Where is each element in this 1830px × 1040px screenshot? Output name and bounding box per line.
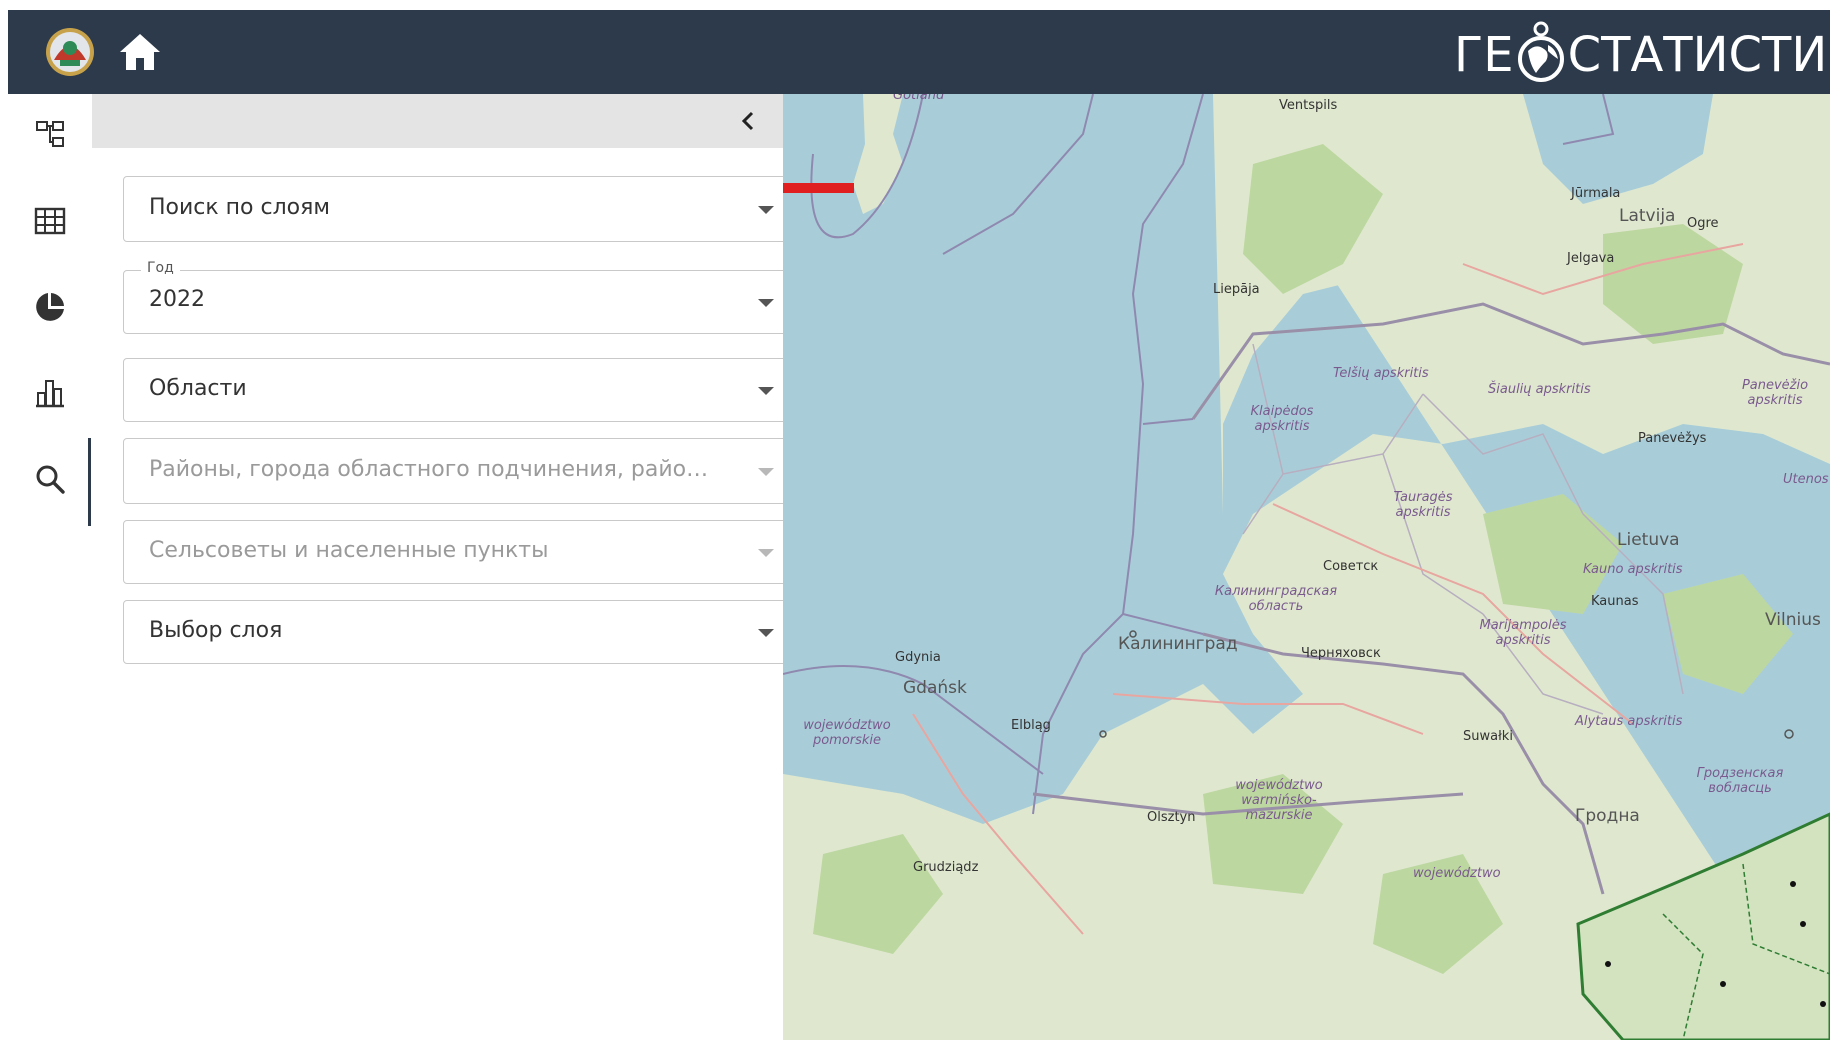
globe-icon <box>1517 21 1564 82</box>
map-label: Gdańsk <box>903 678 967 698</box>
annotation-arrow <box>783 183 854 193</box>
regions-value: Области <box>149 376 247 401</box>
map-label: Lietuva <box>1617 530 1680 550</box>
map-label: Kaunas <box>1591 594 1639 609</box>
year-value: 2022 <box>149 287 205 312</box>
search-panel: Поиск по слоям Год 2022 Области Районы, … <box>92 94 795 1040</box>
map-label: Gdynia <box>895 650 941 665</box>
villages-select[interactable]: Сельсоветы и населенные пункты <box>123 520 795 584</box>
year-select[interactable]: Год 2022 <box>123 260 795 334</box>
search-icon <box>36 465 65 494</box>
map-label: Tauragės apskritis <box>1393 490 1453 520</box>
map-label: Гродзенская вобласць <box>1696 766 1784 796</box>
districts-select[interactable]: Районы, города областного подчинения, ра… <box>123 438 795 504</box>
map-label: Šiaulių apskritis <box>1488 382 1591 397</box>
year-legend: Год <box>141 260 180 276</box>
table-icon <box>34 207 66 235</box>
brand-suffix: СТАТИСТИК <box>1567 27 1830 83</box>
chevron-down-icon <box>758 206 774 214</box>
brand-prefix: ГЕ <box>1454 27 1514 83</box>
map-label: Latvija <box>1619 206 1676 226</box>
map-label: Panevėžys <box>1638 431 1707 446</box>
layer-select-value: Выбор слоя <box>149 618 283 643</box>
map-label: Vilnius <box>1765 610 1821 630</box>
map-label: Ogre <box>1687 216 1719 231</box>
chevron-down-icon <box>758 629 774 637</box>
emblem-logo-icon[interactable] <box>44 26 96 78</box>
map-label: Gotland <box>893 94 945 103</box>
map-label: Elbląg <box>1011 718 1051 733</box>
rail-pie-chart-button[interactable] <box>8 274 92 340</box>
chevron-down-icon <box>758 299 774 307</box>
pie-chart-icon <box>36 293 64 321</box>
map-label: Ventspils <box>1279 98 1338 113</box>
map-label: Alytaus apskritis <box>1575 714 1683 729</box>
layer-select-dropdown[interactable]: Выбор слоя <box>123 600 795 664</box>
layer-search-value: Поиск по слоям <box>149 195 330 220</box>
map-label: Suwałki <box>1463 729 1513 744</box>
map-label: województwo <box>1413 866 1501 881</box>
home-icon[interactable] <box>116 28 164 76</box>
layer-search-dropdown[interactable]: Поиск по слоям <box>123 176 795 242</box>
bar-chart-icon <box>36 380 64 408</box>
panel-header <box>92 94 783 148</box>
collapse-panel-button[interactable] <box>732 106 764 136</box>
chevron-down-icon <box>758 468 774 476</box>
map-label: Калининградская область <box>1214 584 1338 614</box>
chevron-down-icon <box>758 387 774 395</box>
map-label: województwo pomorskie <box>803 718 891 748</box>
map-label: Гродна <box>1575 806 1640 826</box>
map-label: Черняховск <box>1301 646 1381 661</box>
map-label: Советск <box>1323 559 1379 574</box>
map-label: Utenos <box>1783 472 1829 487</box>
map-label: Jelgava <box>1567 251 1615 266</box>
rail-search-button[interactable] <box>8 446 92 512</box>
map-label: Kauno apskritis <box>1583 562 1683 577</box>
villages-placeholder: Сельсоветы и населенные пункты <box>149 538 549 563</box>
top-bar: ГЕ СТАТИСТИК <box>8 10 1830 94</box>
districts-placeholder: Районы, города областного подчинения, ра… <box>149 457 719 482</box>
regions-select[interactable]: Области <box>123 358 795 422</box>
active-indicator <box>88 438 91 526</box>
map-label: Telšių apskritis <box>1333 366 1429 381</box>
map-view[interactable]: Gotland Ventspils Jūrmala Latvija Ogre J… <box>783 94 1830 1040</box>
rail-bar-chart-button[interactable] <box>8 360 92 426</box>
map-label: Klaipėdos apskritis <box>1250 404 1314 434</box>
map-label: Marijampolės apskritis <box>1479 618 1567 648</box>
map-label: Olsztyn <box>1147 810 1196 825</box>
rail-table-button[interactable] <box>8 188 92 254</box>
rail-layer-tree-button[interactable] <box>8 102 92 168</box>
map-label: Jūrmala <box>1571 186 1621 201</box>
brand-title: ГЕ СТАТИСТИК <box>1454 20 1830 90</box>
layer-tree-icon <box>36 121 64 147</box>
map-label: województwo warmińsko-mazurskie <box>1235 778 1323 823</box>
map-label: Panevėžio apskritis <box>1741 378 1809 408</box>
chevron-left-icon <box>741 111 754 131</box>
map-label: Grudziądz <box>913 860 979 875</box>
map-label: Liepāja <box>1213 282 1260 297</box>
chevron-down-icon <box>758 549 774 557</box>
map-label: Калининград <box>1118 634 1238 654</box>
tool-rail <box>8 94 93 1040</box>
